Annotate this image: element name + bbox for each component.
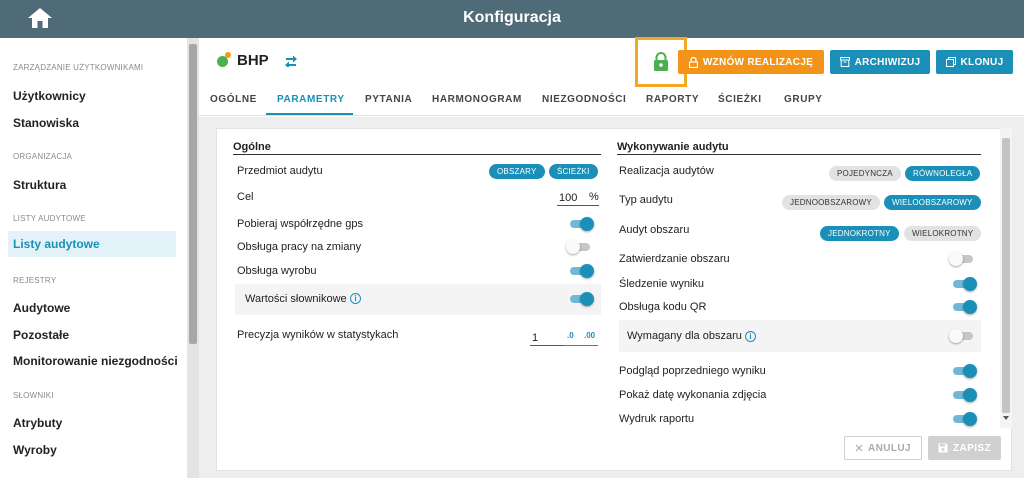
precision-underline <box>564 345 598 346</box>
swap-icon[interactable] <box>284 55 298 67</box>
area-approval-toggle[interactable] <box>949 252 975 266</box>
home-icon[interactable] <box>27 6 53 30</box>
sidebar-item-structure[interactable]: Struktura <box>13 178 66 192</box>
area-audit-once-chip[interactable]: JEDNOKROTNY <box>820 226 899 241</box>
unlock-icon <box>688 56 698 68</box>
sidebar-item-attributes[interactable]: Atrybuty <box>13 416 62 430</box>
resume-realization-label: WZNÓW REALIZACJĘ <box>702 56 814 68</box>
dictionary-values-toggle[interactable] <box>568 292 594 306</box>
top-bar: Konfiguracja <box>0 0 1024 38</box>
save-icon <box>938 443 948 453</box>
clone-label: KLONUJ <box>960 56 1004 68</box>
sidebar-item-positions[interactable]: Stanowiska <box>13 116 79 130</box>
clone-icon <box>945 57 956 67</box>
qr-code-label: Obsługa kodu QR <box>619 301 707 313</box>
save-button[interactable]: ZAPISZ <box>928 436 1001 460</box>
product-handling-label: Obsługa wyrobu <box>237 265 317 277</box>
gps-label: Pobieraj współrzędne gps <box>237 218 363 230</box>
report-print-label: Wydruk raportu <box>619 413 695 425</box>
tab-general[interactable]: OGÓLNE <box>210 94 257 105</box>
entity-name: BHP <box>237 52 269 69</box>
general-section-divider <box>233 154 601 155</box>
report-print-toggle[interactable] <box>951 412 977 426</box>
sidebar: ZARZĄDZANIE UŻYTKOWNIKAMI Użytkownicy St… <box>0 38 187 478</box>
clone-button[interactable]: KLONUJ <box>936 50 1013 74</box>
type-single-area-chip[interactable]: JEDNOOBSZAROWY <box>782 195 880 210</box>
sidebar-section-audit-lists: LISTY AUDYTOWE <box>13 214 86 223</box>
tab-questions[interactable]: PYTANIA <box>365 94 412 105</box>
goal-unit: % <box>589 191 599 203</box>
archive-button[interactable]: ARCHIWIZUJ <box>830 50 930 74</box>
precision-input[interactable] <box>530 330 564 346</box>
sidebar-item-audit-registers[interactable]: Audytowe <box>13 301 70 315</box>
archive-label: ARCHIWIZUJ <box>854 56 921 68</box>
sidebar-section-dictionaries: SŁOWNIKI <box>13 391 54 400</box>
tab-bar: OGÓLNE PARAMETRY PYTANIA HARMONOGRAM NIE… <box>199 86 1024 116</box>
lock-icon[interactable] <box>653 52 669 72</box>
sidebar-item-products[interactable]: Wyroby <box>13 443 57 457</box>
shifts-toggle[interactable] <box>566 240 592 254</box>
sidebar-item-audit-lists[interactable]: Listy audytowe <box>8 231 176 257</box>
dictionary-values-label: Wartości słownikowe <box>245 293 347 305</box>
execution-section-title: Wykonywanie audytu <box>617 141 729 153</box>
qr-code-toggle[interactable] <box>951 300 977 314</box>
save-label: ZAPISZ <box>953 442 991 454</box>
area-audit-label: Audyt obszaru <box>619 224 690 236</box>
active-tab-indicator <box>266 113 353 115</box>
required-for-area-label: Wymagany dla obszaru <box>627 330 742 342</box>
status-logo-dot-small <box>225 52 231 58</box>
previous-result-label: Podgląd poprzedniego wyniku <box>619 365 766 377</box>
subject-areas-chip[interactable]: OBSZARY <box>489 164 545 179</box>
sidebar-scrollbar[interactable] <box>187 38 199 478</box>
resume-realization-button[interactable]: WZNÓW REALIZACJĘ <box>678 50 824 74</box>
tab-nonconformities[interactable]: NIEZGODNOŚCI <box>542 94 626 105</box>
precision-label: Precyzja wyników w statystykach <box>237 329 399 341</box>
photo-date-toggle[interactable] <box>951 388 977 402</box>
page-title: Konfiguracja <box>463 9 561 26</box>
realization-label: Realizacja audytów <box>619 165 714 177</box>
sidebar-section-users: ZARZĄDZANIE UŻYTKOWNIKAMI <box>13 63 144 72</box>
previous-result-toggle[interactable] <box>951 364 977 378</box>
area-audit-multiple-chip[interactable]: WIELOKROTNY <box>904 226 982 241</box>
archive-icon <box>839 57 850 67</box>
type-multi-area-chip[interactable]: WIELOOBSZAROWY <box>884 195 981 210</box>
tab-reports[interactable]: RAPORTY <box>646 94 699 105</box>
audit-subject-label: Przedmiot audytu <box>237 165 323 177</box>
cancel-label: ANULUJ <box>868 442 911 454</box>
tab-parameters[interactable]: PARAMETRY <box>277 94 345 105</box>
panel-scrollbar-thumb[interactable] <box>1002 138 1010 413</box>
product-handling-toggle[interactable] <box>568 264 594 278</box>
audit-type-label: Typ audytu <box>619 194 673 206</box>
result-tracking-toggle[interactable] <box>951 277 977 291</box>
goal-label: Cel <box>237 191 254 203</box>
general-section-title: Ogólne <box>233 141 271 153</box>
required-for-area-toggle[interactable] <box>949 329 975 343</box>
info-icon[interactable]: i <box>745 331 756 342</box>
realization-parallel-chip[interactable]: RÓWNOLEGŁA <box>905 166 981 181</box>
result-tracking-label: Śledzenie wyniku <box>619 278 704 290</box>
decrease-decimals-button[interactable]: .0 <box>567 331 574 340</box>
close-icon <box>855 444 863 452</box>
sidebar-item-other-registers[interactable]: Pozostałe <box>13 328 69 342</box>
sidebar-item-users[interactable]: Użytkownicy <box>13 89 86 103</box>
shifts-label: Obsługa pracy na zmiany <box>237 241 362 253</box>
scroll-down-icon[interactable] <box>1002 415 1010 421</box>
sidebar-item-nonconformity-monitoring[interactable]: Monitorowanie niezgodności <box>13 354 178 368</box>
increase-decimals-button[interactable]: .00 <box>584 331 595 340</box>
cancel-button[interactable]: ANULUJ <box>844 436 922 460</box>
photo-date-label: Pokaż datę wykonania zdjęcia <box>619 389 767 401</box>
realization-single-chip[interactable]: POJEDYNCZA <box>829 166 901 181</box>
info-icon[interactable]: i <box>350 293 361 304</box>
tab-paths[interactable]: ŚCIEŻKI <box>718 94 762 105</box>
sidebar-scrollbar-thumb[interactable] <box>189 44 197 344</box>
execution-section-divider <box>617 154 981 155</box>
area-approval-label: Zatwierdzanie obszaru <box>619 253 730 265</box>
sidebar-section-organization: ORGANIZACJA <box>13 152 73 161</box>
gps-toggle[interactable] <box>568 217 594 231</box>
subject-paths-chip[interactable]: ŚCIEŻKI <box>549 164 598 179</box>
tab-schedule[interactable]: HARMONOGRAM <box>432 94 522 105</box>
tab-groups[interactable]: GRUPY <box>784 94 823 105</box>
sidebar-section-registers: REJESTRY <box>13 276 57 285</box>
panel-scrollbar[interactable] <box>1000 128 1012 428</box>
